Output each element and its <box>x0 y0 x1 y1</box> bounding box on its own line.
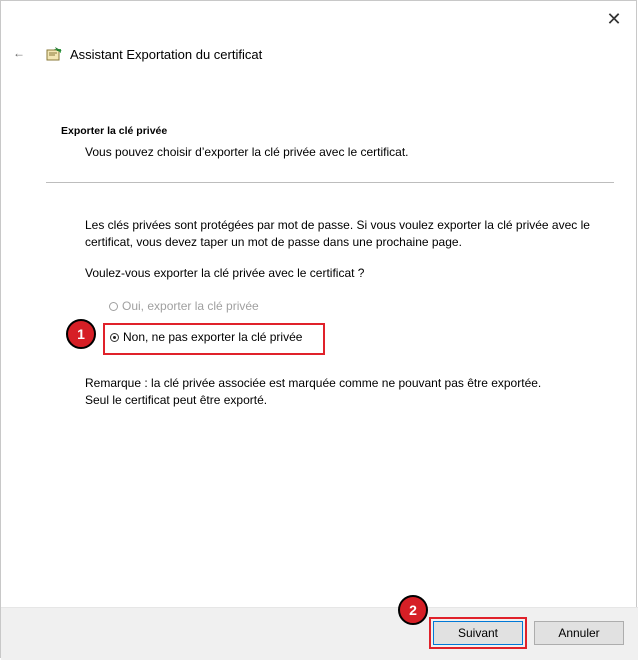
export-key-yes-option: Oui, exporter la clé privée <box>109 299 259 313</box>
close-icon: ✕ <box>606 8 622 29</box>
back-button[interactable]: ← <box>11 45 27 61</box>
header-divider <box>46 182 614 183</box>
step-1-callout: 1 <box>66 319 96 349</box>
cancel-button[interactable]: Annuler <box>534 621 624 645</box>
section-heading: Exporter la clé privée <box>61 125 168 137</box>
section-subtitle: Vous pouvez choisir d’exporter la clé pr… <box>85 145 409 159</box>
certificate-icon <box>46 47 62 61</box>
export-key-yes-label: Oui, exporter la clé privée <box>122 299 259 313</box>
close-button[interactable]: ✕ <box>602 7 626 31</box>
remark-line-1: Remarque : la clé privée associée est ma… <box>85 376 542 390</box>
wizard-window: ✕ ← Assistant Exportation du certificat … <box>0 0 638 660</box>
remark-text: Remarque : la clé privée associée est ma… <box>85 375 541 409</box>
password-info-text: Les clés privées sont protégées par mot … <box>85 218 590 249</box>
radio-button-yes <box>109 301 118 311</box>
next-button[interactable]: Suivant <box>433 621 523 645</box>
export-question: Voulez-vous exporter la clé privée avec … <box>85 266 365 280</box>
option-highlight-box <box>103 323 325 355</box>
back-arrow-icon: ← <box>13 46 25 60</box>
wizard-title: Assistant Exportation du certificat <box>70 47 263 62</box>
step-2-callout: 2 <box>398 595 428 625</box>
remark-line-2: Seul le certificat peut être exporté. <box>85 393 268 407</box>
